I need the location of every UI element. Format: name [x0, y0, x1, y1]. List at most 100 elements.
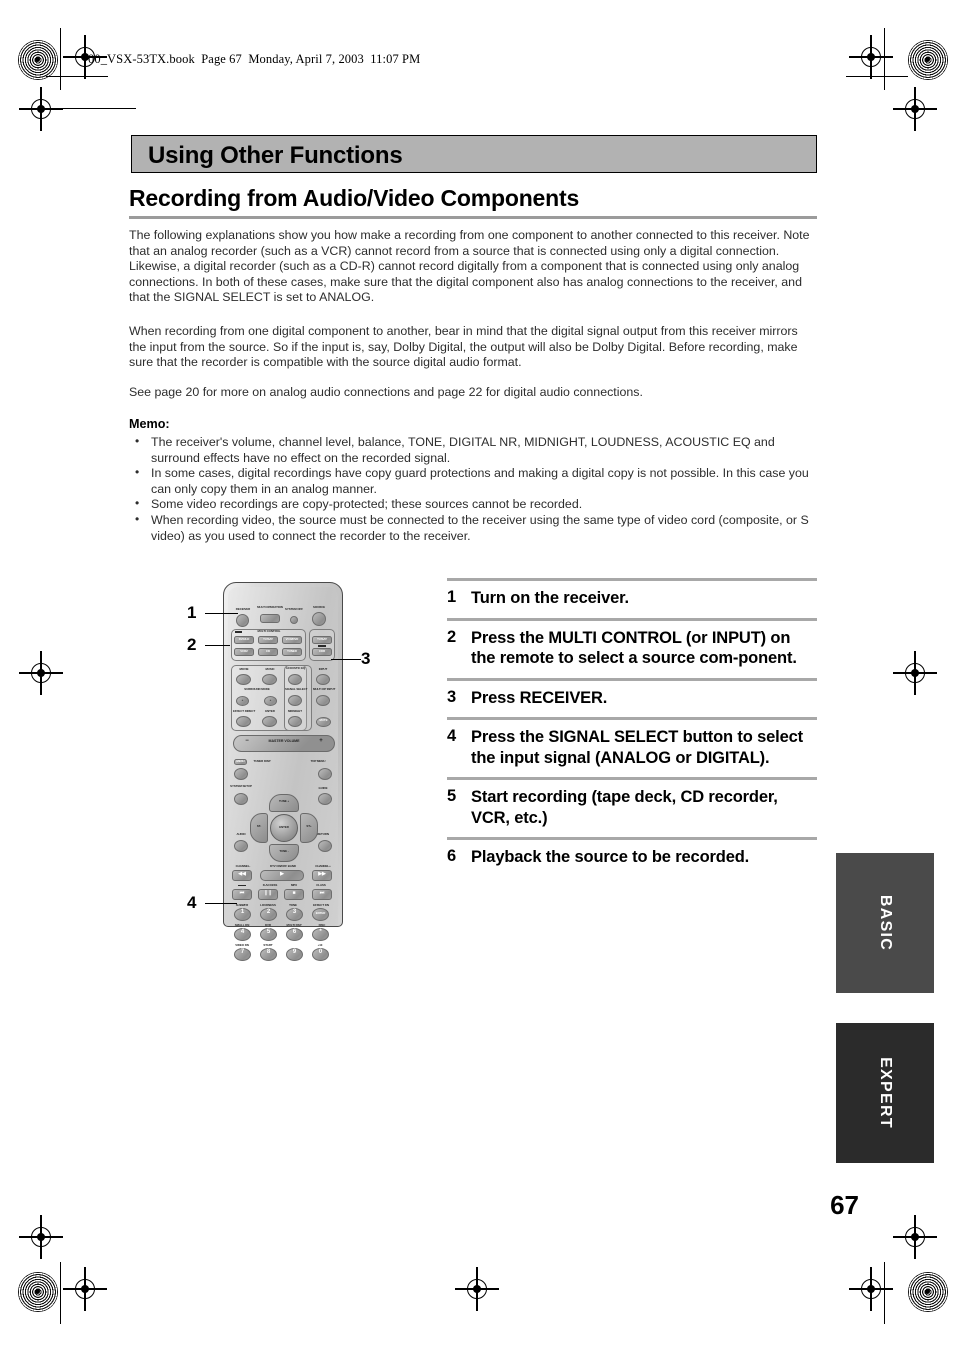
- signal-select-button[interactable]: [288, 695, 302, 706]
- step-1: 1 Turn on the receiver.: [447, 578, 817, 618]
- receiver-button[interactable]: [236, 614, 249, 627]
- key-1-label: 1: [240, 909, 245, 915]
- list-item-text: The receiver's volume, channel level, ba…: [151, 435, 775, 465]
- step-5: 5 Start recording (tape deck, CD recorde…: [447, 777, 817, 837]
- key2-loudness-label: LOUDNESS: [260, 903, 276, 907]
- return-button[interactable]: [318, 840, 332, 852]
- channel-minus-label: CHANNEL-: [235, 864, 251, 868]
- key-5-label: 5: [266, 929, 271, 935]
- acoustic-eq-label: ACOUSTIC EQ: [285, 666, 306, 670]
- cdr-label: CDR: [318, 649, 326, 653]
- step-number: 6: [447, 847, 457, 865]
- bullet-icon: •: [135, 511, 140, 526]
- key-2-label: 2: [266, 909, 271, 915]
- step-number: 5: [447, 787, 457, 805]
- bullet-icon: •: [135, 496, 140, 511]
- registration-mark: [849, 1267, 893, 1311]
- bullet-icon: •: [135, 465, 140, 480]
- plus10-label: +10: [317, 943, 323, 947]
- enter-button[interactable]: [262, 716, 277, 727]
- key-7-label: 7: [240, 949, 245, 955]
- crop-line: [846, 76, 908, 78]
- step-text: Press the SIGNAL SELECT button to select…: [471, 728, 804, 767]
- step-number: 2: [447, 627, 457, 646]
- registration-mark: [893, 87, 937, 131]
- tune-plus-label: TUNE +: [278, 799, 290, 803]
- top-menu-button[interactable]: [318, 768, 332, 780]
- section-title-bar: Using Other Functions: [131, 135, 817, 173]
- enter-label: ENTER: [265, 709, 275, 713]
- registration-mark: [19, 1215, 63, 1259]
- source-button[interactable]: [312, 612, 326, 626]
- intro-paragraph-1: The following explanations show you how …: [129, 228, 810, 305]
- audio-label: AUDIO: [236, 832, 246, 836]
- minus-icon: +: [241, 698, 244, 702]
- input-label: INPUT: [318, 667, 328, 671]
- disc-label: DISC: [318, 923, 326, 927]
- movie-button[interactable]: [236, 674, 251, 685]
- midnight-label: MIDNIGHT: [288, 709, 302, 713]
- intro-paragraph-2: When recording from one digital componen…: [129, 324, 798, 370]
- key-8-label: 8: [266, 949, 271, 955]
- crop-line: [46, 76, 108, 78]
- navigation-pad[interactable]: TUNE + TUNE - ST- ST+ ENTER: [250, 794, 318, 862]
- menu-dial-button[interactable]: [234, 768, 248, 780]
- acoustic-eq-button[interactable]: [288, 674, 302, 685]
- mute-label: MUTE: [319, 718, 328, 722]
- callout-2: 2: [187, 635, 197, 654]
- section-title-text: Using Other Functions: [148, 142, 403, 169]
- tv-sat-2-label: TV/SAT: [317, 637, 327, 641]
- step-6: 6 Playback the source to be recorded.: [447, 837, 817, 877]
- signal-select-label: SIGNAL SELECT: [285, 687, 308, 691]
- vcr2-label: VCR2: [240, 649, 248, 653]
- st-plus-label: ST+: [306, 824, 312, 828]
- key-6-label: 6: [292, 929, 297, 935]
- guide-button[interactable]: [318, 793, 332, 805]
- list-item-text: In some cases, digital recordings have c…: [151, 466, 809, 496]
- stop-icon: ■: [292, 890, 296, 896]
- registration-mark: [63, 1267, 107, 1311]
- tuner-label: TUNER: [287, 649, 297, 653]
- volume-up-icon: +: [319, 738, 323, 744]
- system-setup-label: SYSTEM SETUP: [230, 784, 252, 788]
- fast-forward-icon: ▶▶: [318, 871, 326, 877]
- play-icon: ▶: [280, 871, 284, 877]
- multi-op-input-button[interactable]: [316, 695, 330, 706]
- step-number: 1: [447, 588, 457, 606]
- key4-small-dn-label: SMALL DN: [234, 923, 250, 927]
- audio-button[interactable]: [234, 840, 248, 852]
- key8-start-label: START: [263, 943, 273, 947]
- step-text: Turn on the receiver.: [471, 589, 629, 607]
- surround-mode-label: SURROUND MODE: [244, 687, 270, 691]
- moire-target-top-left: [18, 40, 58, 80]
- moire-target-bottom-right: [908, 1272, 948, 1312]
- side-tab-expert[interactable]: EXPERT: [836, 1023, 934, 1163]
- system-off-button[interactable]: [290, 616, 298, 624]
- tuner-disp-label: TUNER DISP: [253, 759, 271, 763]
- memo-label: Memo:: [129, 417, 170, 431]
- registration-mark: [455, 1267, 499, 1311]
- list-item: • The receiver's volume, channel level, b…: [129, 434, 819, 466]
- music-button[interactable]: [262, 674, 277, 685]
- crop-line: [46, 108, 136, 110]
- system-setup-button[interactable]: [234, 793, 248, 805]
- registration-mark: [893, 1215, 937, 1259]
- side-tab-basic[interactable]: BASIC: [836, 853, 934, 993]
- prev-indicator: [238, 885, 246, 887]
- step-text: Start recording (tape deck, CD recorder,…: [471, 788, 778, 827]
- step-number: 4: [447, 727, 457, 745]
- list-item-text: When recording video, the source must be…: [151, 512, 809, 543]
- list-item-text: Some video recordings are copy-protected…: [151, 497, 583, 512]
- intro-paragraph-3: See page 20 for more on analog audio con…: [129, 385, 643, 399]
- key6-multi-dsp-label: MULTI DSP: [286, 923, 302, 927]
- vcr-dvr-label: VCR/DVR: [285, 637, 299, 641]
- music-label: MUSIC: [265, 667, 275, 671]
- midnight-button[interactable]: [288, 716, 302, 727]
- multi-operation-button[interactable]: [260, 614, 280, 623]
- effect-direct-button[interactable]: [236, 716, 251, 727]
- callout-3: 3: [361, 649, 371, 668]
- input-button[interactable]: [316, 674, 330, 685]
- crop-line: [884, 1262, 886, 1324]
- source-label: SOURCE: [312, 605, 326, 609]
- list-item: • When recording video, the source must b…: [129, 511, 819, 544]
